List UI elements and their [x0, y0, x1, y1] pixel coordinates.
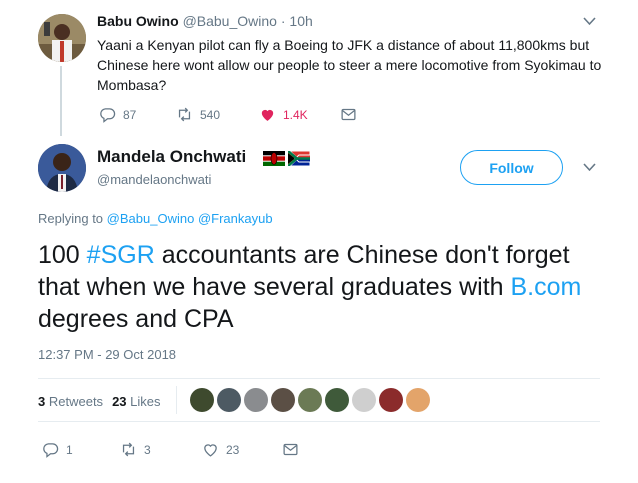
retweet-button[interactable]: 540 [176, 106, 220, 123]
south-africa-flag-icon [288, 151, 310, 166]
chevron-down-icon[interactable] [583, 14, 596, 29]
avatar[interactable] [38, 14, 86, 62]
tweet-text: Yaani a Kenyan pilot can fly a Boeing to… [97, 37, 602, 93]
thread-line [60, 66, 62, 136]
liker-avatar[interactable] [325, 388, 349, 412]
reply-count: 87 [123, 107, 137, 122]
kenya-flag-icon [263, 151, 285, 166]
retweet-icon [178, 107, 191, 122]
reply-count: 1 [66, 442, 73, 457]
heart-icon [204, 444, 217, 457]
divider [38, 378, 600, 379]
envelope-icon [341, 108, 356, 121]
liker-avatar[interactable] [271, 388, 295, 412]
mention-link[interactable]: @Babu_Owino [107, 211, 195, 226]
user-handle[interactable]: @mandelaonchwati [97, 172, 211, 187]
hashtag-link[interactable]: #SGR [87, 241, 155, 269]
retweet-icon [122, 442, 135, 457]
likes-stat[interactable]: 23 Likes [112, 394, 160, 409]
user-handle[interactable]: @Babu_Owino [183, 13, 277, 29]
divider [38, 421, 600, 422]
message-button[interactable] [340, 106, 364, 123]
tweet-text: 100 #SGR accountants are Chinese don't f… [38, 239, 618, 335]
display-name[interactable]: Mandela Onchwati [97, 147, 246, 167]
tweet-timestamp[interactable]: 12:37 PM - 29 Oct 2018 [38, 347, 176, 362]
replying-to: Replying to @Babu_Owino @Frankayub [38, 211, 273, 226]
reply-icon [100, 108, 116, 123]
replying-prefix: Replying to [38, 211, 104, 226]
reply-button[interactable]: 1 [42, 441, 73, 458]
liker-avatar[interactable] [244, 388, 268, 412]
divider [176, 386, 177, 414]
liker-avatar[interactable] [406, 388, 430, 412]
reply-icon [43, 443, 59, 458]
tweet-text-part: degrees and CPA [38, 305, 234, 333]
avatar[interactable] [38, 144, 86, 192]
engagement-stats: 3 Retweets 23 Likes [38, 394, 161, 409]
like-count: 23 [226, 442, 240, 457]
liker-avatar[interactable] [379, 388, 403, 412]
like-button[interactable]: 1.4K [259, 106, 308, 123]
envelope-icon [283, 443, 298, 456]
liker-avatars [190, 388, 430, 412]
retweet-count: 540 [200, 107, 221, 122]
chevron-down-icon[interactable] [583, 160, 596, 175]
url-link[interactable]: B.com [511, 273, 582, 301]
heart-filled-icon [261, 109, 274, 121]
tweet-time[interactable]: 10h [289, 13, 312, 29]
retweets-stat[interactable]: 3 Retweets [38, 394, 103, 409]
like-count: 1.4K [283, 107, 308, 122]
liker-avatar[interactable] [352, 388, 376, 412]
tweet-text-part: 100 [38, 241, 87, 269]
retweet-count: 3 [144, 442, 151, 457]
flag-emojis [263, 151, 310, 166]
follow-button[interactable]: Follow [460, 150, 563, 185]
display-name[interactable]: Babu Owino [97, 13, 179, 29]
like-button[interactable]: 23 [202, 441, 239, 458]
separator: · [280, 13, 286, 29]
message-button[interactable] [282, 441, 306, 458]
liker-avatar[interactable] [298, 388, 322, 412]
reply-button[interactable]: 87 [99, 106, 136, 123]
liker-avatar[interactable] [217, 388, 241, 412]
mention-link[interactable]: @Frankayub [198, 211, 273, 226]
tweet-header: Babu Owino @Babu_Owino · 10h [97, 13, 313, 29]
retweet-button[interactable]: 3 [120, 441, 151, 458]
liker-avatar[interactable] [190, 388, 214, 412]
